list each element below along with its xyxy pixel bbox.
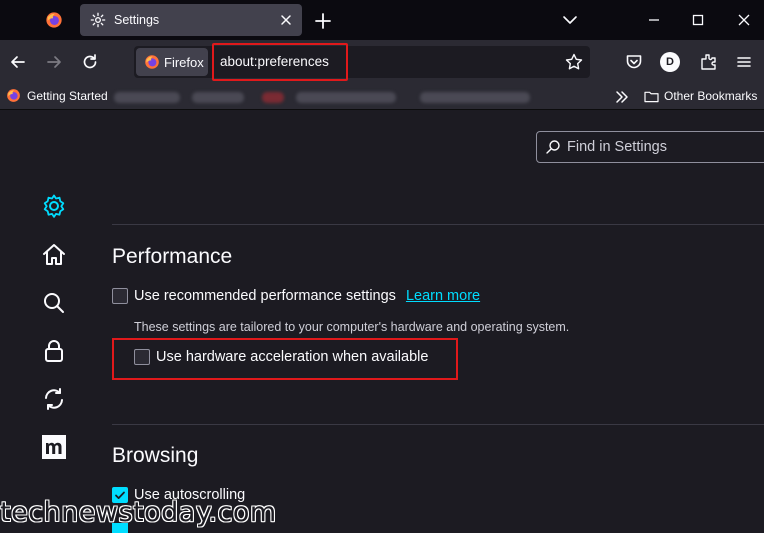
hardware-acceleration-highlight-box bbox=[112, 338, 458, 380]
home-icon[interactable] bbox=[40, 241, 68, 269]
performance-hint: These settings are tailored to your comp… bbox=[134, 320, 570, 334]
close-icon[interactable] bbox=[278, 12, 294, 28]
identity-label: Firefox bbox=[164, 54, 204, 70]
recommended-performance-checkbox[interactable] bbox=[112, 288, 128, 304]
watermark-text: technewstoday.com bbox=[0, 497, 277, 528]
blurred-bookmark[interactable] bbox=[192, 92, 244, 103]
search-icon bbox=[546, 140, 560, 154]
new-tab-icon[interactable] bbox=[312, 10, 334, 32]
recommended-performance-row: Use recommended performance settings Lea… bbox=[112, 288, 480, 304]
bookmark-label: Other Bookmarks bbox=[664, 89, 758, 103]
firefox-icon bbox=[7, 89, 20, 102]
blurred-bookmark[interactable] bbox=[296, 92, 396, 103]
blurred-bookmark[interactable] bbox=[420, 92, 530, 103]
section-divider bbox=[112, 424, 764, 425]
navigation-toolbar: Firefox about:preferences D bbox=[0, 40, 764, 84]
bookmark-other[interactable]: Other Bookmarks bbox=[644, 89, 757, 103]
folder-icon bbox=[644, 91, 659, 102]
bookmark-getting-started[interactable]: Getting Started bbox=[6, 88, 108, 103]
gear-icon[interactable] bbox=[40, 192, 68, 220]
double-chevron-icon[interactable] bbox=[614, 88, 630, 106]
forward-arrow-icon[interactable] bbox=[44, 52, 64, 72]
pocket-icon[interactable] bbox=[624, 52, 644, 72]
firefox-icon bbox=[145, 55, 159, 69]
account-initial: D bbox=[666, 56, 674, 68]
account-avatar[interactable]: D bbox=[660, 52, 680, 72]
url-highlight-box bbox=[212, 43, 348, 81]
learn-more-link[interactable]: Learn more bbox=[406, 288, 480, 304]
lock-icon[interactable] bbox=[40, 337, 68, 365]
section-heading-performance: Performance bbox=[112, 245, 233, 268]
extensions-icon[interactable] bbox=[698, 52, 718, 72]
mozilla-icon[interactable] bbox=[40, 433, 68, 461]
firefox-view-button[interactable] bbox=[40, 8, 68, 32]
section-heading-browsing: Browsing bbox=[112, 444, 199, 467]
sync-icon[interactable] bbox=[40, 385, 68, 413]
tab-bar: Settings bbox=[0, 0, 764, 40]
chevron-down-icon[interactable] bbox=[560, 10, 580, 30]
identity-box[interactable]: Firefox bbox=[136, 48, 208, 76]
blurred-bookmark[interactable] bbox=[114, 92, 180, 103]
hamburger-menu-icon[interactable] bbox=[734, 52, 754, 72]
firefox-icon bbox=[46, 12, 62, 28]
blurred-bookmark[interactable] bbox=[262, 92, 284, 103]
url-bar[interactable]: Firefox about:preferences bbox=[134, 43, 590, 81]
recommended-performance-label[interactable]: Use recommended performance settings bbox=[134, 288, 396, 304]
bookmarks-toolbar: Getting Started Other Bookmarks bbox=[0, 84, 764, 110]
search-icon[interactable] bbox=[40, 289, 68, 317]
tab-settings[interactable]: Settings bbox=[80, 4, 302, 36]
bookmark-label: Getting Started bbox=[27, 88, 108, 103]
tab-title: Settings bbox=[114, 13, 160, 27]
settings-page: Performance Use recommended performance … bbox=[0, 111, 764, 533]
minimize-icon[interactable] bbox=[642, 8, 666, 32]
search-input[interactable] bbox=[567, 139, 764, 155]
maximize-icon[interactable] bbox=[686, 8, 710, 32]
reload-icon[interactable] bbox=[80, 52, 100, 72]
find-in-settings[interactable] bbox=[536, 131, 764, 163]
back-arrow-icon[interactable] bbox=[8, 52, 28, 72]
section-divider bbox=[112, 224, 764, 225]
window-close-icon[interactable] bbox=[732, 8, 756, 32]
star-icon[interactable] bbox=[564, 52, 584, 72]
gear-icon bbox=[90, 12, 106, 28]
